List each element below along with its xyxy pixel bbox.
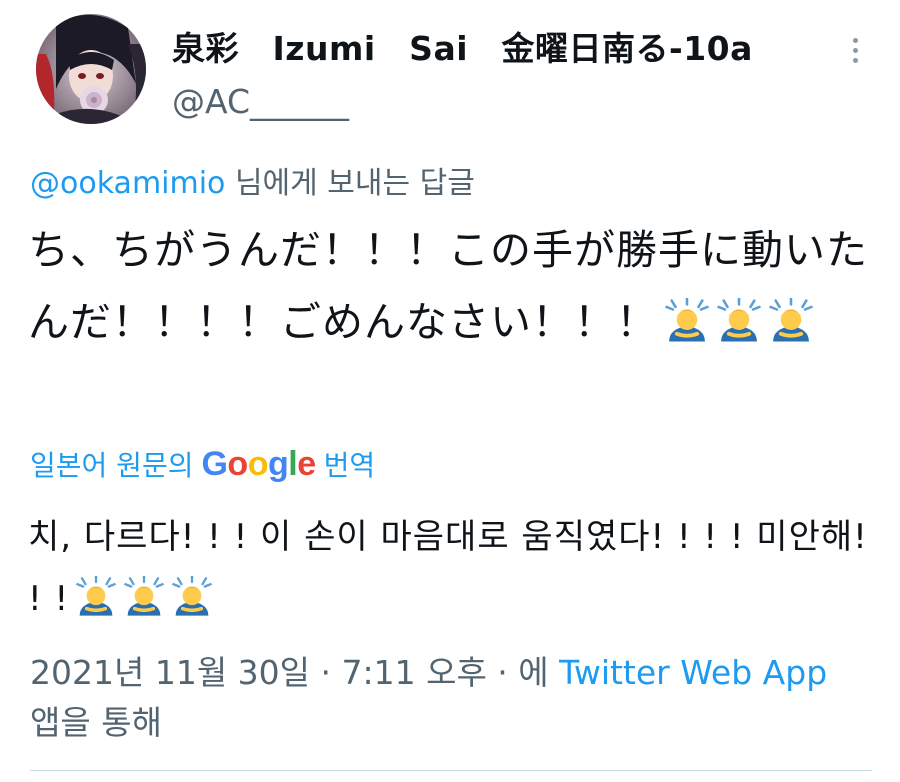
translation-attribution[interactable]: 일본어 원문의 Google 번역 — [30, 444, 375, 484]
reply-mention-link[interactable]: @ookamimio — [30, 166, 225, 201]
more-dot-icon — [852, 47, 858, 53]
reply-suffix: 님에게 보내는 답글 — [225, 166, 475, 201]
person-bowing-emoji — [665, 298, 709, 342]
tweet-translated-text: 치, 다르다! ! ! 이 손이 마음대로 움직였다! ! ! ! 미안해! !… — [28, 506, 878, 630]
author-handle[interactable]: @AC______ — [172, 82, 349, 121]
tweet-meta: 2021년 11월 30일 · 7:11 오후 · 에 Twitter Web … — [30, 648, 880, 748]
tweet: 泉彩 Izumi Sai 金曜日南る-10a @AC______ @ookami… — [0, 0, 900, 782]
replying-to: @ookamimio 님에게 보내는 답글 — [30, 158, 475, 202]
author-display-name[interactable]: 泉彩 Izumi Sai 金曜日南る-10a — [172, 22, 753, 70]
divider — [30, 770, 872, 771]
emoji-group-original — [658, 298, 814, 346]
more-options-button[interactable] — [840, 30, 870, 70]
more-dot-icon — [852, 57, 858, 63]
google-logo: Google — [201, 444, 316, 483]
translation-suffix: 번역 — [323, 449, 376, 482]
person-bowing-emoji — [769, 298, 813, 342]
source-app-link[interactable]: Twitter Web App — [559, 653, 827, 692]
person-bowing-emoji — [76, 576, 116, 616]
person-bowing-emoji — [172, 576, 212, 616]
tweet-timestamp[interactable]: 2021년 11월 30일 · 7:11 오후 · 에 — [30, 653, 559, 692]
tweet-original-text: ち、ちがうんだ！！！この手が勝手に動いたんだ！！！！ごめんなさい！！！ — [28, 214, 878, 358]
translation-prefix: 일본어 원문의 — [30, 449, 194, 482]
source-app-suffix: 앱을 통해 — [30, 703, 162, 742]
person-bowing-emoji — [717, 298, 761, 342]
emoji-group-translated — [69, 576, 213, 619]
avatar[interactable] — [36, 14, 146, 124]
person-bowing-emoji — [124, 576, 164, 616]
more-dot-icon — [852, 37, 858, 43]
